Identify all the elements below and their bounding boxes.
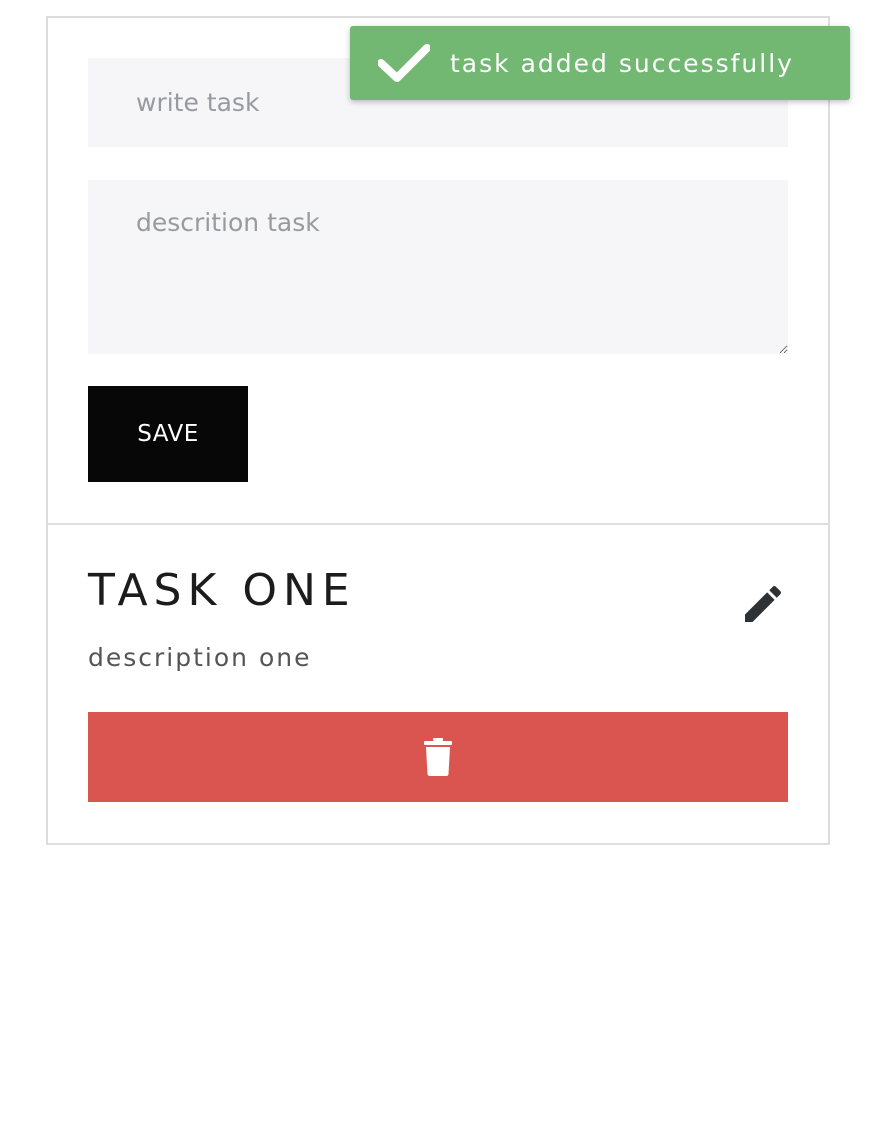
task-description-input[interactable] [88,180,788,354]
success-toast: task added successfully [350,26,850,100]
task-card: TASK ONE description one [46,523,830,845]
edit-task-button[interactable] [739,580,787,628]
save-button[interactable]: SAVE [88,386,248,482]
pencil-icon [739,580,787,628]
toast-message: task added successfully [450,48,794,78]
task-description: description one [88,643,312,672]
app-root: SAVE TASK ONE description one [0,0,876,1122]
checkmark-icon [378,43,430,83]
task-title: TASK ONE [88,565,356,616]
delete-task-button[interactable] [88,712,788,802]
trash-icon [424,738,452,776]
